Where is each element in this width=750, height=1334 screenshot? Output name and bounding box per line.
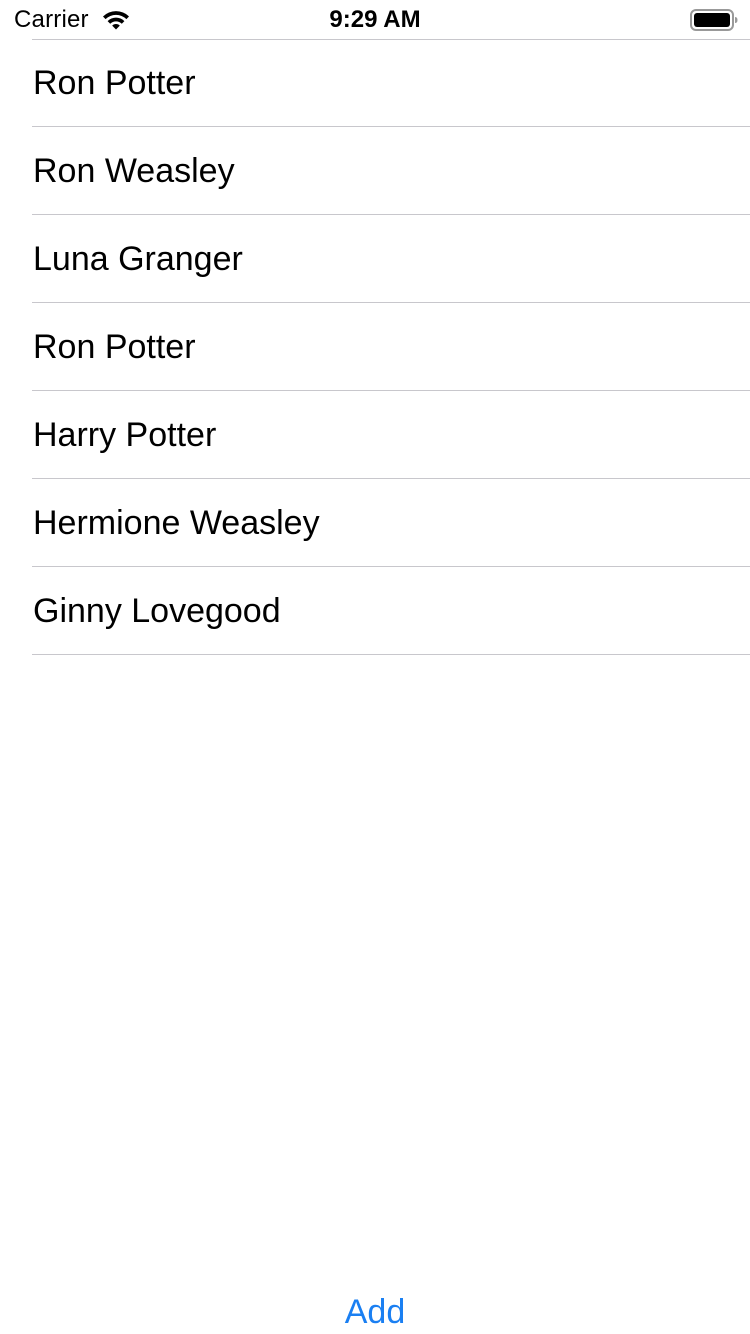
list-item-label: Harry Potter	[33, 416, 217, 454]
list-item[interactable]: Harry Potter	[0, 391, 750, 479]
names-list: Ron Potter Ron Weasley Luna Granger Ron …	[0, 39, 750, 655]
list-item-label: Luna Granger	[33, 240, 243, 278]
list-item-label: Ginny Lovegood	[33, 592, 281, 630]
list-item[interactable]: Ron Weasley	[0, 127, 750, 215]
list-item[interactable]: Ginny Lovegood	[0, 567, 750, 655]
clock-time: 9:29 AM	[329, 6, 421, 33]
list-item-label: Hermione Weasley	[33, 504, 320, 542]
add-button-label: Add	[344, 1293, 406, 1331]
status-bar: Carrier 9:29 AM	[0, 0, 750, 40]
list-item[interactable]: Ron Potter	[0, 39, 750, 127]
list-item[interactable]: Hermione Weasley	[0, 479, 750, 567]
list-item-label: Ron Weasley	[33, 152, 235, 190]
list-item-label: Ron Potter	[33, 64, 196, 102]
list-item[interactable]: Ron Potter	[0, 303, 750, 391]
list-item-label: Ron Potter	[33, 328, 196, 366]
list-item[interactable]: Luna Granger	[0, 215, 750, 303]
battery-icon	[690, 9, 738, 31]
row-divider	[32, 654, 750, 655]
add-button[interactable]: Add	[0, 1290, 750, 1334]
